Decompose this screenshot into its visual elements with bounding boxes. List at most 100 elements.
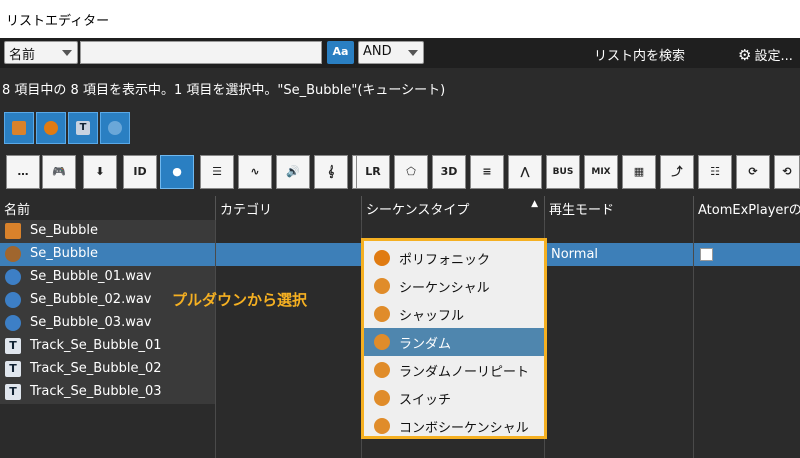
sort-ascending-icon: ▲ [531, 199, 538, 209]
search-field-dropdown-value: 名前 [9, 48, 36, 63]
row-name-label: Se_Bubble_01.wav [30, 269, 152, 284]
track-icon: T [5, 384, 21, 400]
column-header-sequence-type[interactable]: シーケンスタイプ ▲ [362, 196, 544, 220]
row-name-label: Track_Se_Bubble_03 [30, 384, 162, 399]
mix-tool[interactable]: MIX [584, 155, 618, 189]
cue-type-tool[interactable]: ● [160, 155, 194, 189]
column-divider [215, 220, 216, 458]
volume-tool[interactable]: 🔊 [276, 155, 310, 189]
3d-tool[interactable]: 3D [432, 155, 466, 189]
dropdown-item-random-no-repeat[interactable]: ランダムノーリピート [364, 356, 544, 384]
loop-tool[interactable]: ⟳ [736, 155, 770, 189]
lr-pan-tool[interactable]: LR [356, 155, 390, 189]
waveform-icon [5, 292, 21, 308]
row-name-label: Se_Bubble_02.wav [30, 292, 152, 307]
dropdown-item-label: シャッフル [399, 309, 465, 324]
row-name-label: Track_Se_Bubble_01 [30, 338, 162, 353]
column-header-category[interactable]: カテゴリ [216, 196, 361, 220]
annotation-callout: プルダウンから選択 [172, 291, 308, 309]
waveform-icon [108, 121, 122, 135]
play-mode-cell[interactable]: Normal [551, 247, 598, 262]
column-toolbar: … 🎮 ⬇ ID ● ☰ ∿ 🔊 𝄞 ∕ LR ⬠ 3D ≡ ⋀ BUS MIX… [0, 150, 800, 196]
column-header-atomexplayer[interactable]: AtomExPlayerの [694, 196, 800, 220]
dropdown-item-label: スイッチ [399, 393, 452, 408]
row-name-label: Se_Bubble [30, 223, 99, 238]
dropdown-item-combo-sequential[interactable]: コンボシーケンシャル [364, 412, 544, 440]
mixer-tool[interactable]: ≡ [470, 155, 504, 189]
search-operator-value: AND [363, 44, 392, 59]
atomexplayer-checkbox[interactable] [700, 248, 713, 261]
chevron-down-icon [62, 50, 72, 56]
bus-tool[interactable]: BUS [546, 155, 580, 189]
filter-waveform-button[interactable] [100, 112, 130, 144]
random-icon [374, 334, 390, 350]
sequential-icon [374, 278, 390, 294]
search-bar: 名前 Aa AND リスト内を検索 ⚙ 設定... [0, 38, 800, 68]
param-tool[interactable]: ☷ [698, 155, 732, 189]
column-header-sequence-type-label: シーケンスタイプ [366, 203, 470, 218]
dropdown-item-label: コンボシーケンシャル [399, 421, 529, 436]
dropdown-item-shuffle[interactable]: シャッフル [364, 300, 544, 328]
pan3d-tool[interactable]: ⬠ [394, 155, 428, 189]
dropdown-item-label: ランダム [399, 337, 452, 352]
waveform-icon [5, 315, 21, 331]
block-tool[interactable]: ▦ [622, 155, 656, 189]
import-tool[interactable]: ⬇ [83, 155, 117, 189]
list-tool[interactable]: ☰ [200, 155, 234, 189]
status-text: 8 項目中の 8 項目を表示中。1 項目を選択中。"Se_Bubble"(キュー… [0, 68, 800, 108]
comment-tool[interactable]: … [6, 155, 40, 189]
search-field-dropdown[interactable]: 名前 [4, 41, 78, 64]
chevron-down-icon [408, 50, 418, 56]
search-input[interactable] [80, 41, 322, 64]
shuffle-icon [374, 306, 390, 322]
row-name: Se_Bubble [0, 220, 215, 243]
column-divider [693, 220, 694, 458]
row-name: Se_Bubble_01.wav [0, 266, 215, 289]
track-icon: T [5, 338, 21, 354]
row-name-label: Se_Bubble_03.wav [30, 315, 152, 330]
random-no-repeat-icon [374, 362, 390, 378]
pitch-tool[interactable]: 𝄞 [314, 155, 348, 189]
window-title: リストエディター [0, 0, 800, 38]
dropdown-item-label: ランダムノーリピート [399, 365, 530, 380]
row-name: Se_Bubble [0, 243, 215, 266]
filter-track-button[interactable]: T [68, 112, 98, 144]
sequence-type-dropdown: ポリフォニック シーケンシャル シャッフル ランダム ランダムノーリピート スイ… [361, 238, 547, 439]
column-header-name[interactable]: 名前 [0, 196, 215, 220]
search-operator-dropdown[interactable]: AND [358, 41, 424, 64]
switch-tool[interactable]: ⤴ [660, 155, 694, 189]
id-tool[interactable]: ID [123, 155, 157, 189]
search-in-list-button[interactable]: リスト内を検索 [594, 45, 685, 64]
row-name: T Track_Se_Bubble_02 [0, 358, 215, 381]
waveform-icon [5, 269, 21, 285]
track-icon: T [76, 121, 90, 135]
dropdown-item-polyphonic[interactable]: ポリフォニック [364, 244, 544, 272]
switch-icon [374, 390, 390, 406]
cue-icon [44, 121, 58, 135]
dropdown-item-label: シーケンシャル [399, 281, 490, 296]
row-name-label: Track_Se_Bubble_02 [30, 361, 162, 376]
dropdown-item-switch[interactable]: スイッチ [364, 384, 544, 412]
cue-icon [5, 246, 21, 262]
settings-button[interactable]: ⚙ 設定... [738, 45, 793, 64]
combo-sequential-icon [374, 418, 390, 434]
row-name: T Track_Se_Bubble_01 [0, 335, 215, 358]
track-icon: T [5, 361, 21, 377]
column-header-play-mode[interactable]: 再生モード [545, 196, 693, 220]
row-name: Se_Bubble_03.wav [0, 312, 215, 335]
filter-cue-button[interactable] [36, 112, 66, 144]
cue-sheet-icon [12, 121, 26, 135]
dropdown-item-sequential[interactable]: シーケンシャル [364, 272, 544, 300]
type-filter-bar: T [0, 108, 800, 150]
polyphonic-icon [374, 250, 390, 266]
gamepad-tool[interactable]: 🎮 [42, 155, 76, 189]
filter-cue-sheet-button[interactable] [4, 112, 34, 144]
settings-label: 設定... [754, 49, 793, 64]
gear-icon: ⚙ [738, 46, 752, 64]
wave-tool[interactable]: ∿ [238, 155, 272, 189]
more-tool[interactable]: ⟲ [774, 155, 800, 189]
envelope-tool[interactable]: ⋀ [508, 155, 542, 189]
match-case-button[interactable]: Aa [327, 41, 354, 64]
dropdown-item-random[interactable]: ランダム [364, 328, 544, 356]
row-name-label: Se_Bubble [30, 246, 99, 261]
